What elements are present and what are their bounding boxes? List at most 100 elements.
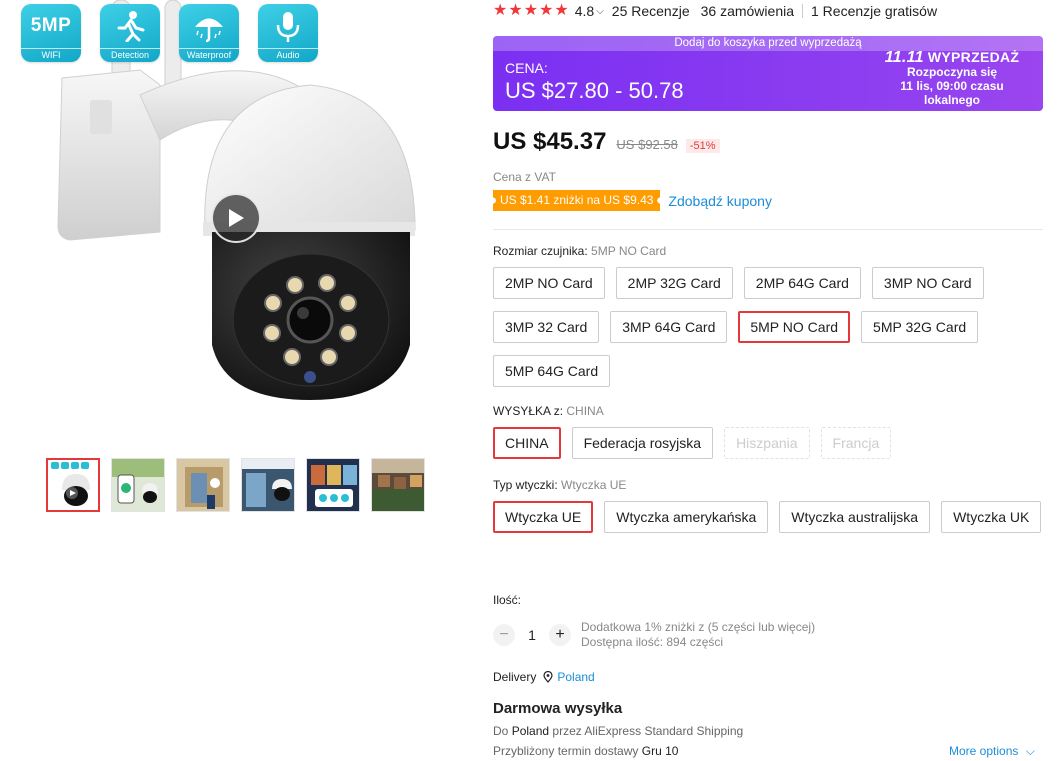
original-price: US $92.58 (616, 137, 678, 152)
sensor-label-text: Rozmiar czujnika: (493, 244, 588, 258)
plug-option[interactable]: Wtyczka australijska (779, 501, 931, 533)
thumbnail-5[interactable] (306, 458, 360, 512)
sensor-option[interactable]: 2MP 64G Card (743, 267, 861, 299)
more-options-text: More options (949, 744, 1019, 758)
thumbnail-4[interactable] (241, 458, 295, 512)
badge-label: Audio (258, 48, 318, 60)
shipping-title: Darmowa wysyłka (493, 700, 623, 717)
price-row: US $45.37 US $92.58 -51% (493, 128, 720, 156)
plug-label-text: Typ wtyczki: (493, 478, 558, 492)
star-icon: ★ (554, 2, 569, 19)
sale-countdown: 11.11 WYPRZEDAŻ Rozpoczyna się 11 lis, 09… (877, 49, 1027, 108)
eta-value: Gru 10 (641, 744, 679, 758)
sensor-size-label: Rozmiar czujnika: 5MP NO Card (493, 244, 666, 258)
ship-from-label: WYSYŁKA z: CHINA (493, 404, 604, 418)
shipping-method: przez AliExpress Standard Shipping (552, 724, 744, 738)
ship-from-label-text: WYSYŁKA z: (493, 404, 564, 418)
play-icon (229, 209, 244, 227)
thumbnail-2[interactable] (111, 458, 165, 512)
star-icon: ★ (539, 2, 554, 19)
badge-5mp-text: 5MP (30, 15, 72, 36)
sale-line: lokalnego (923, 93, 980, 107)
thumbnail-6[interactable] (371, 458, 425, 512)
sensor-option-selected[interactable]: 5MP NO Card (738, 311, 851, 343)
orders-count: 36 zamówienia (700, 3, 794, 19)
increase-quantity-button[interactable]: + (549, 624, 571, 646)
running-person-icon (100, 10, 160, 42)
location-pin-icon (543, 671, 553, 683)
thumbnail-1[interactable] (46, 458, 100, 512)
plug-option[interactable]: Wtyczka UK (941, 501, 1042, 533)
sale-line: Rozpoczyna się (906, 65, 998, 79)
sensor-selected-value: 5MP NO Card (591, 244, 667, 258)
more-shipping-options-link[interactable]: More options ⌵ (949, 744, 1035, 759)
ship-from-option-selected[interactable]: CHINA (493, 427, 561, 459)
thumbnail-strip (46, 458, 425, 512)
ship-from-option-disabled: Francja (820, 427, 892, 459)
get-coupons-link[interactable]: Zdobądź kupony (668, 193, 772, 209)
quantity-label: Ilość: (493, 593, 522, 607)
chevron-down-icon: ⌵ (1025, 744, 1035, 758)
delivery-location-link[interactable]: Poland (557, 670, 594, 684)
rating-score[interactable]: 4.8 (575, 3, 594, 19)
plug-type-options: Wtyczka UE Wtyczka amerykańska Wtyczka a… (493, 501, 1043, 533)
star-icon: ★ (493, 2, 508, 19)
coupon-row: US $1.41 zniżki na US $9.43 Zdobądź kupo… (493, 190, 772, 211)
badge-label: Waterproof (179, 48, 239, 60)
vat-note: Cena z VAT (493, 170, 556, 184)
plug-option-selected[interactable]: Wtyczka UE (493, 501, 594, 533)
sensor-option[interactable]: 3MP NO Card (871, 267, 984, 299)
microphone-icon (258, 10, 318, 44)
thumbnail-3[interactable] (176, 458, 230, 512)
divider (493, 229, 1043, 230)
promo-price-label: CENA: (505, 60, 548, 76)
badge-label: WIFI (21, 48, 81, 60)
bulk-discount-note: Dodatkowa 1% zniżki z (5 części lub więc… (581, 620, 816, 634)
play-video-button[interactable] (211, 193, 261, 243)
sale-title: WYPRZEDAŻ (927, 49, 1020, 65)
eta-prefix: Przybliżony termin dostawy (493, 744, 639, 758)
current-price: US $45.37 (493, 128, 607, 155)
rating-row: ★ ★ ★ ★ ★ 4.8 ⌵ 25 Recenzje 36 zamówieni… (493, 3, 937, 20)
plug-option[interactable]: Wtyczka amerykańska (604, 501, 769, 533)
delivery-label: Delivery (493, 670, 537, 684)
shipping-eta: Przybliżony termin dostawy Gru 10 (493, 744, 678, 758)
ship-from-option[interactable]: Federacja rosyjska (571, 427, 714, 459)
star-icon: ★ (523, 2, 539, 19)
badge-label: Detection (100, 48, 160, 60)
sensor-option[interactable]: 3MP 32 Card (493, 311, 600, 343)
sensor-option[interactable]: 2MP NO Card (493, 267, 605, 299)
ship-from-selected-value: CHINA (566, 404, 604, 418)
coupon-tag[interactable]: US $1.41 zniżki na US $9.43 (493, 190, 661, 211)
ship-from-options: CHINA Federacja rosyjska Hiszpania Franc… (493, 427, 1043, 459)
quantity-value[interactable]: 1 (515, 627, 549, 643)
feature-badge-waterproof: Waterproof (179, 4, 239, 62)
sensor-size-options: 2MP NO Card 2MP 32G Card 2MP 64G Card 3M… (493, 267, 1043, 387)
shipping-country: Poland (511, 724, 550, 738)
quantity-stepper: − 1 + Dodatkowa 1% zniżki z (5 części lu… (493, 620, 815, 650)
sensor-option[interactable]: 2MP 32G Card (615, 267, 733, 299)
feature-badge-audio: Audio (258, 4, 318, 62)
quantity-note: Dodatkowa 1% zniżki z (5 części lub więc… (581, 620, 815, 650)
main-product-image[interactable]: 5MP WIFI Detection Waterproof Audio (0, 0, 470, 445)
gift-reviews-link[interactable]: 1 Recenzje gratisów (811, 3, 937, 19)
ship-from-option-disabled: Hiszpania (724, 427, 810, 459)
product-gallery: 5MP WIFI Detection Waterproof Audio (0, 0, 470, 761)
reviews-link[interactable]: 25 Recenzje (612, 3, 690, 19)
feature-badge-detection: Detection (100, 4, 160, 62)
feature-badge-5mp: 5MP WIFI (21, 4, 81, 62)
chevron-down-icon[interactable]: ⌵ (596, 6, 604, 17)
sensor-option[interactable]: 3MP 64G Card (610, 311, 728, 343)
shipping-to-prefix: Do (493, 724, 509, 738)
shipping-route: Do Poland przez AliExpress Standard Ship… (493, 724, 743, 738)
sale-line: 11 lis, 09:00 czasu (900, 79, 1004, 93)
sale-prefix: 11.11 (884, 49, 924, 66)
sensor-option[interactable]: 5MP 32G Card (861, 311, 979, 343)
sensor-option[interactable]: 5MP 64G Card (493, 355, 611, 387)
decrease-quantity-button[interactable]: − (493, 624, 515, 646)
sale-promo-banner[interactable]: Dodaj do koszyka przed wyprzedażą CENA: … (493, 36, 1043, 111)
umbrella-rain-icon (179, 10, 239, 44)
star-icon: ★ (508, 2, 523, 19)
plug-selected-value: Wtyczka UE (561, 478, 627, 492)
star-rating: ★ ★ ★ ★ ★ (493, 3, 569, 19)
